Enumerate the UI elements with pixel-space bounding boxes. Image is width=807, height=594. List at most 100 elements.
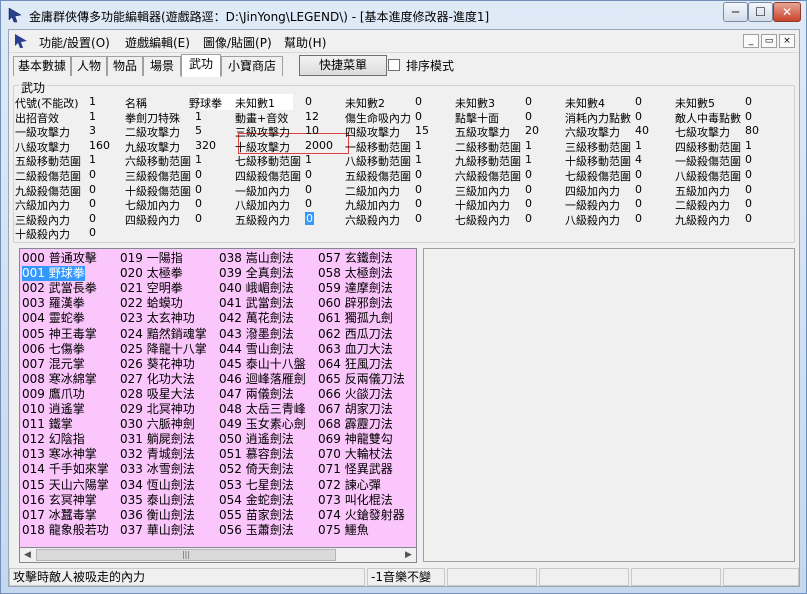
list-item[interactable]: 025 降龍十八掌	[120, 342, 207, 357]
scroll-right-icon[interactable]: ▶	[401, 548, 416, 562]
list-item[interactable]: 007 混元掌	[22, 357, 85, 372]
list-item[interactable]: 037 華山劍法	[120, 523, 195, 538]
list-item[interactable]: 016 玄冥神掌	[22, 493, 97, 508]
list-item[interactable]: 057 玄鐵劍法	[318, 251, 393, 266]
list-item[interactable]: 061 獨孤九劍	[318, 311, 393, 326]
list-item[interactable]: 065 反兩儀刀法	[318, 372, 405, 387]
field-value-input[interactable]: 0	[745, 212, 752, 225]
list-item[interactable]: 060 辟邪劍法	[318, 296, 393, 311]
list-item[interactable]: 059 達摩劍法	[318, 281, 393, 296]
field-value-input[interactable]: 320	[195, 139, 216, 152]
field-value-input[interactable]: 1	[415, 153, 422, 166]
list-item[interactable]: 022 蛤蟆功	[120, 296, 183, 311]
field-value-input[interactable]: 0	[635, 95, 642, 108]
list-item[interactable]: 004 靈蛇拳	[22, 311, 85, 326]
field-value-input[interactable]: 40	[635, 124, 649, 137]
field-value-input[interactable]: 0	[415, 183, 422, 196]
field-value-input[interactable]: 12	[305, 110, 319, 123]
field-value-input[interactable]: 0	[89, 212, 96, 225]
tab-martial-arts[interactable]: 武功	[181, 54, 221, 77]
field-value-input[interactable]: 0	[89, 183, 96, 196]
list-item[interactable]: 064 狂風刀法	[318, 357, 393, 372]
list-item[interactable]: 027 化功大法	[120, 372, 195, 387]
field-value-input[interactable]: 0	[525, 95, 532, 108]
field-value-input[interactable]: 0	[745, 183, 752, 196]
list-item[interactable]: 002 武當長拳	[22, 281, 97, 296]
tab-characters[interactable]: 人物	[71, 56, 107, 76]
field-value-input[interactable]: 1	[745, 139, 752, 152]
list-item[interactable]: 012 幻陰指	[22, 432, 85, 447]
field-value-input[interactable]: 0	[305, 95, 312, 108]
tab-scenes[interactable]: 場景	[143, 56, 181, 76]
list-item[interactable]: 052 倚天劍法	[219, 462, 294, 477]
list-item[interactable]: 019 一陽指	[120, 251, 183, 266]
list-item[interactable]: 031 躺屍劍法	[120, 432, 195, 447]
list-item[interactable]: 013 寒冰神掌	[22, 447, 97, 462]
list-item[interactable]: 053 七星劍法	[219, 478, 294, 493]
list-item[interactable]: 024 黯然銷魂掌	[120, 327, 207, 342]
list-item[interactable]: 049 玉女素心劍	[219, 417, 306, 432]
list-item[interactable]: 017 冰蠶毒掌	[22, 508, 97, 523]
list-item[interactable]: 071 怪異武器	[318, 462, 393, 477]
list-item[interactable]: 014 千手如來掌	[22, 462, 109, 477]
list-item[interactable]: 008 寒冰綿掌	[22, 372, 97, 387]
list-item[interactable]: 026 葵花神功	[120, 357, 195, 372]
list-item[interactable]: 043 潑墨劍法	[219, 327, 294, 342]
field-value-input[interactable]: 0	[635, 110, 642, 123]
field-value-input[interactable]: 1	[525, 139, 532, 152]
menu-game-edit[interactable]: 遊戲編輯(E)	[125, 34, 190, 51]
mdi-close-button[interactable]: ×	[779, 34, 795, 48]
field-value-input[interactable]: 1	[89, 95, 96, 108]
list-item[interactable]: 047 兩儀劍法	[219, 387, 294, 402]
list-item[interactable]: 028 吸星大法	[120, 387, 195, 402]
list-item[interactable]: 021 空明拳	[120, 281, 183, 296]
field-value-input[interactable]: 1	[415, 139, 422, 152]
list-item[interactable]: 058 太極劍法	[318, 266, 393, 281]
field-value-input[interactable]: 5	[195, 124, 202, 137]
list-item[interactable]: 056 玉蕭劍法	[219, 523, 294, 538]
list-item[interactable]: 044 雪山劍法	[219, 342, 294, 357]
field-value-input[interactable]: 20	[525, 124, 539, 137]
list-item[interactable]: 055 苗家劍法	[219, 508, 294, 523]
list-item[interactable]: 068 霹靂刀法	[318, 417, 393, 432]
list-item[interactable]: 020 太極拳	[120, 266, 183, 281]
list-item[interactable]: 009 鷹爪功	[22, 387, 85, 402]
field-value-input[interactable]: 0	[745, 168, 752, 181]
list-item[interactable]: 069 神龍雙勾	[318, 432, 393, 447]
quick-menu-button[interactable]: 快捷菜單	[299, 55, 387, 76]
list-item[interactable]: 067 胡家刀法	[318, 402, 393, 417]
list-item[interactable]: 015 天山六陽掌	[22, 478, 109, 493]
mdi-restore-button[interactable]: ▭	[761, 34, 777, 48]
tab-items[interactable]: 物品	[107, 56, 143, 76]
list-item[interactable]: 066 火燄刀法	[318, 387, 393, 402]
field-value-input[interactable]: 0	[635, 212, 642, 225]
field-value-input[interactable]: 0	[195, 212, 202, 225]
field-value-input[interactable]: 0	[525, 168, 532, 181]
maximize-button[interactable]: ☐	[748, 2, 773, 22]
field-value-input[interactable]: 0	[305, 168, 312, 181]
field-value-input[interactable]: 160	[89, 139, 110, 152]
list-item[interactable]: 032 青城劍法	[120, 447, 195, 462]
field-value-input[interactable]: 2000	[305, 139, 333, 152]
field-value-input[interactable]: 1	[305, 153, 312, 166]
list-item[interactable]: 010 逍遙掌	[22, 402, 85, 417]
list-item[interactable]: 039 全真劍法	[219, 266, 294, 281]
mdi-minimize-button[interactable]: _	[743, 34, 759, 48]
field-value-input[interactable]: 0	[635, 168, 642, 181]
field-value-input[interactable]: 0	[415, 95, 422, 108]
field-value-input[interactable]: 0	[635, 197, 642, 210]
list-item[interactable]: 074 火鎗發射器	[318, 508, 405, 523]
field-value-input[interactable]: 0	[195, 168, 202, 181]
list-item[interactable]: 072 諫心彈	[318, 478, 381, 493]
list-item[interactable]: 045 泰山十八盤	[219, 357, 306, 372]
list-item[interactable]: 075 鱷魚	[318, 523, 369, 538]
field-value-input[interactable]: 1	[525, 153, 532, 166]
list-item[interactable]: 001 野球拳	[22, 266, 85, 282]
menu-image[interactable]: 圖像/貼圖(P)	[203, 34, 272, 51]
tab-basic-data[interactable]: 基本數據	[13, 56, 71, 76]
menu-function[interactable]: 功能/設置(O)	[39, 34, 110, 51]
minimize-button[interactable]: ─	[723, 2, 748, 22]
list-item[interactable]: 029 北冥神功	[120, 402, 195, 417]
list-item[interactable]: 033 冰雪劍法	[120, 462, 195, 477]
field-value-input[interactable]: 0	[89, 226, 96, 239]
